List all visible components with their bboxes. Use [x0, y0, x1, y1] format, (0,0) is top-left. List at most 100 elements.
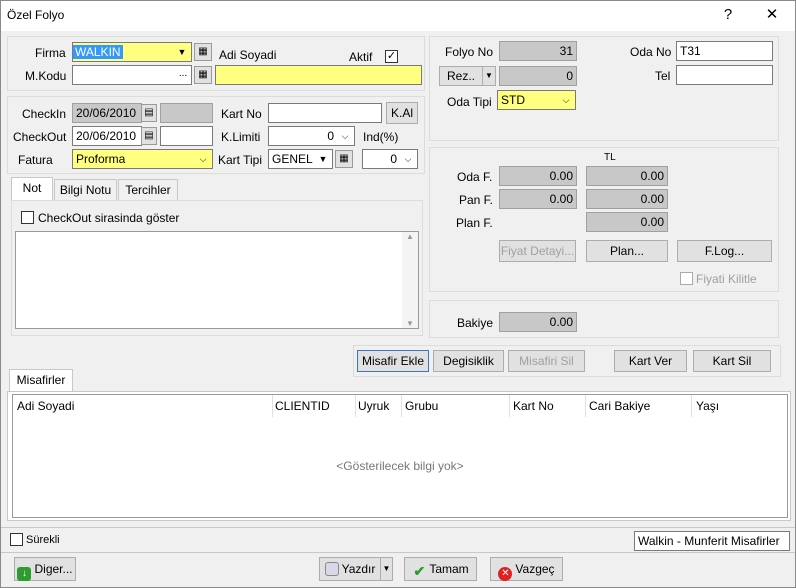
- col-clientid[interactable]: CLIENTID: [275, 399, 330, 413]
- tab-tercihler[interactable]: Tercihler: [118, 179, 178, 201]
- folyo-no-input[interactable]: 31: [499, 41, 577, 61]
- oda-f-input-2[interactable]: 0.00: [586, 166, 668, 186]
- col-grubu[interactable]: Grubu: [405, 399, 438, 413]
- tamam-button[interactable]: ✔ Tamam: [404, 557, 477, 581]
- tab-not[interactable]: Not: [11, 177, 53, 201]
- oda-no-input[interactable]: T31: [676, 41, 773, 61]
- fatura-label: Fatura: [18, 153, 53, 167]
- col-yasi[interactable]: Yaşı: [696, 399, 719, 413]
- col-kart-no[interactable]: Kart No: [513, 399, 554, 413]
- oda-tipi-label: Oda Tipi: [447, 95, 492, 109]
- calendar-icon[interactable]: ▤: [141, 104, 157, 122]
- tab-misafirler[interactable]: Misafirler: [9, 369, 73, 393]
- bakiye-label: Bakiye: [457, 316, 494, 330]
- folyo-no-label: Folyo No: [445, 45, 494, 59]
- surekli-checkbox[interactable]: [10, 533, 23, 546]
- degisiklik-button[interactable]: Degisiklik: [433, 350, 504, 372]
- ind-select[interactable]: 0 ⌵: [362, 149, 418, 169]
- rez-dropdown-icon[interactable]: ▼: [482, 66, 496, 86]
- checkout-input[interactable]: 20/06/2010: [72, 126, 142, 146]
- dropdown-arrow-icon[interactable]: ▼: [175, 45, 189, 59]
- tick-green-icon: ✔: [413, 563, 426, 579]
- firma-lookup-icon[interactable]: ▦: [194, 43, 212, 61]
- fiyati-kilitle-checkbox[interactable]: [680, 272, 693, 285]
- kart-no-input[interactable]: [268, 103, 382, 123]
- yazdir-button[interactable]: Yazdır: [319, 557, 381, 581]
- checkin-input[interactable]: 20/06/2010: [72, 103, 142, 123]
- note-scrollbar[interactable]: ▲ ▼: [402, 232, 418, 328]
- close-button[interactable]: ✕: [761, 5, 783, 25]
- mkodu-browse-button[interactable]: ...: [174, 66, 192, 84]
- adi-soyadi-input[interactable]: [215, 65, 422, 85]
- checkout-show-checkbox[interactable]: [21, 211, 34, 224]
- tamam-label: Tamam: [429, 562, 469, 576]
- aktif-checkbox[interactable]: ✓: [385, 50, 398, 63]
- checkout-time-input[interactable]: [160, 126, 213, 146]
- klimiti-label: K.Limiti: [221, 130, 261, 144]
- guests-empty-text: <Gösterilecek bilgi yok>: [336, 459, 464, 473]
- firma-panel: Firma WALKIN ▼ ▦ Adi Soyadi Aktif ✓ M.Ko…: [7, 36, 425, 91]
- oda-tipi-select[interactable]: STD ⌵: [497, 90, 576, 110]
- diger-label: Diger...: [34, 562, 73, 576]
- checkin-time-input[interactable]: [160, 103, 213, 123]
- klimiti-select[interactable]: 0 ⌵: [268, 126, 355, 146]
- aktif-label: Aktif: [349, 50, 373, 64]
- fatura-value: Proforma: [76, 152, 126, 166]
- chevron-down-icon[interactable]: ⌵: [559, 93, 573, 107]
- chevron-down-icon[interactable]: ⌵: [338, 129, 352, 143]
- col-uyruk[interactable]: Uyruk: [358, 399, 389, 413]
- kal-button[interactable]: K.Al: [386, 102, 418, 124]
- plan-button[interactable]: Plan...: [586, 240, 668, 262]
- chevron-down-icon[interactable]: ⌵: [196, 152, 210, 166]
- guest-actions-panel: Misafir Ekle Degisiklik Misafiri Sil Kar…: [353, 345, 781, 377]
- ind-label: Ind(%): [363, 130, 399, 144]
- fiyat-detayi-button[interactable]: Fiyat Detayi...: [499, 240, 576, 262]
- mkodu-lookup-icon[interactable]: ▦: [194, 66, 212, 84]
- guests-tab-panel: Adi Soyadi CLIENTID Uyruk Grubu Kart No …: [7, 391, 791, 521]
- firma-select[interactable]: WALKIN ▼: [72, 42, 192, 62]
- kart-tipi-lookup-icon[interactable]: ▦: [335, 150, 353, 168]
- help-button[interactable]: ?: [717, 5, 739, 25]
- fatura-select[interactable]: Proforma ⌵: [72, 149, 213, 169]
- ind-value: 0: [390, 152, 397, 166]
- footer-bar: ↓ Diger... Yazdır ▼ ✔ Tamam ✕ Vazgeç: [1, 552, 795, 587]
- kart-ver-button[interactable]: Kart Ver: [614, 350, 687, 372]
- bakiye-panel: Bakiye 0.00: [429, 300, 779, 338]
- calendar-icon[interactable]: ▤: [141, 127, 157, 145]
- vazgec-button[interactable]: ✕ Vazgeç: [490, 557, 563, 581]
- yazdir-label: Yazdır: [341, 562, 376, 576]
- misafir-ekle-button[interactable]: Misafir Ekle: [357, 350, 429, 372]
- pan-f-input-1[interactable]: 0.00: [499, 189, 577, 209]
- plan-f-input[interactable]: 0.00: [586, 212, 668, 232]
- col-cari-bakiye[interactable]: Cari Bakiye: [589, 399, 650, 413]
- scroll-up-icon[interactable]: ▲: [402, 232, 418, 241]
- note-textarea[interactable]: ▲ ▼: [15, 231, 419, 329]
- vazgec-label: Vazgeç: [515, 562, 555, 576]
- fiyati-kilitle-label: Fiyati Kilitle: [696, 272, 757, 286]
- kart-sil-button[interactable]: Kart Sil: [693, 350, 771, 372]
- kart-no-label: Kart No: [221, 107, 262, 121]
- cancel-red-icon: ✕: [498, 567, 513, 581]
- chevron-down-icon[interactable]: ⌵: [401, 152, 415, 166]
- diger-button[interactable]: ↓ Diger...: [14, 557, 76, 581]
- rez-input[interactable]: 0: [499, 66, 577, 86]
- rez-button[interactable]: Rez..: [439, 66, 483, 86]
- pan-f-input-2[interactable]: 0.00: [586, 189, 668, 209]
- kart-tipi-select[interactable]: GENEL ▼: [268, 149, 333, 169]
- bakiye-input[interactable]: 0.00: [499, 312, 577, 332]
- oda-tipi-value: STD: [501, 93, 525, 107]
- yazdir-dropdown-icon[interactable]: ▼: [380, 557, 393, 581]
- firma-value: WALKIN: [73, 45, 123, 59]
- misafiri-sil-button[interactable]: Misafiri Sil: [508, 350, 585, 372]
- tel-input[interactable]: [676, 65, 773, 85]
- scroll-down-icon[interactable]: ▼: [402, 319, 418, 328]
- oda-f-input-1[interactable]: 0.00: [499, 166, 577, 186]
- tab-bilgi-notu[interactable]: Bilgi Notu: [54, 179, 117, 201]
- arrow-down-green-icon: ↓: [17, 567, 32, 581]
- flog-button[interactable]: F.Log...: [677, 240, 772, 262]
- checkout-show-label: CheckOut sirasinda göster: [38, 211, 180, 225]
- guests-grid[interactable]: Adi Soyadi CLIENTID Uyruk Grubu Kart No …: [12, 394, 788, 518]
- col-adi-soyadi[interactable]: Adi Soyadi: [17, 399, 74, 413]
- dropdown-arrow-icon[interactable]: ▼: [316, 152, 330, 166]
- status-company-text: Walkin - Munferit Misafirler: [634, 531, 790, 551]
